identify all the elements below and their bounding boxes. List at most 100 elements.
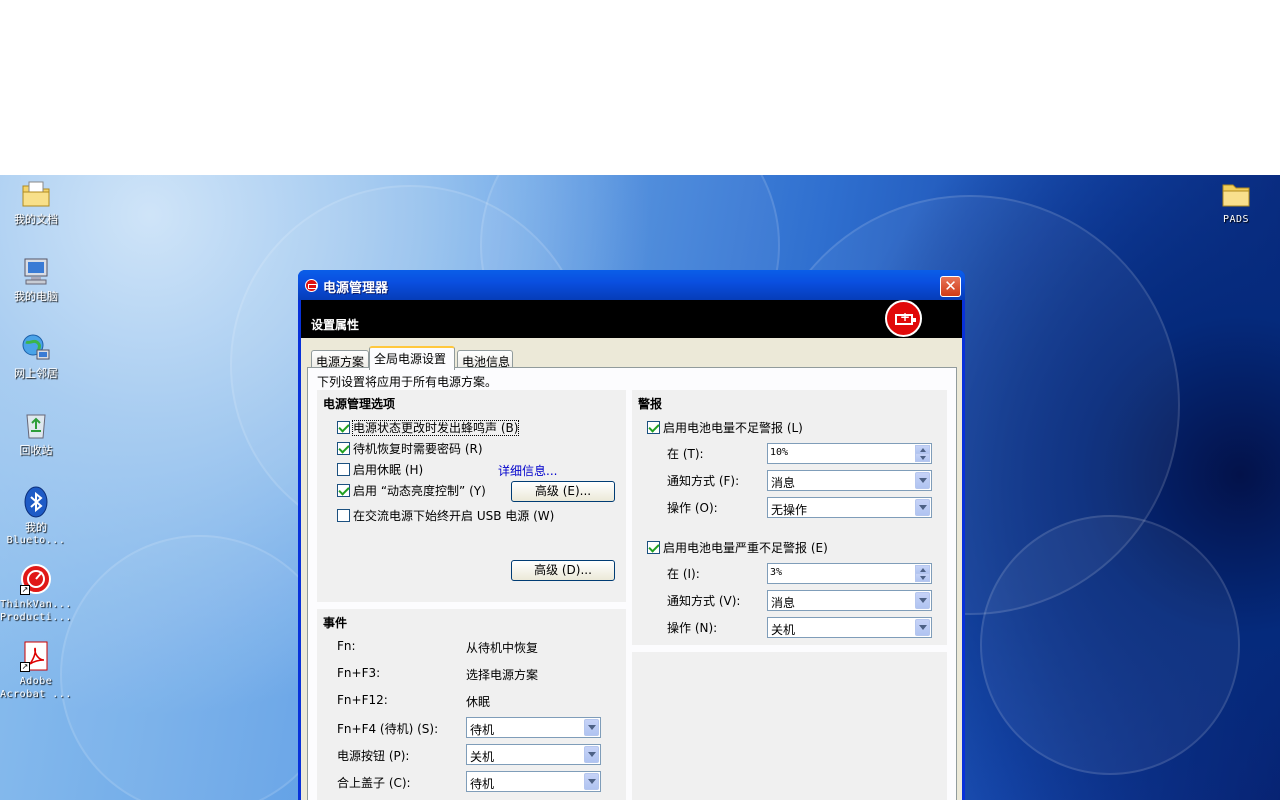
select-value: 无操作 — [771, 503, 808, 517]
alarms-title: 警报 — [638, 397, 663, 411]
power-options-title: 电源管理选项 — [323, 397, 396, 411]
low-action-label: 操作 (O): — [667, 501, 718, 515]
chevron-down-icon[interactable] — [915, 619, 930, 636]
power-options-group: 电源管理选项 电源状态更改时发出蜂鸣声 (B) 待机恢复时需要密码 (R) 启用… — [317, 390, 626, 602]
battery-charge-icon: + — [885, 300, 922, 337]
low-notify-label: 通知方式 (F): — [667, 474, 740, 488]
checkbox-box[interactable] — [647, 421, 660, 434]
usb-power-on-ac-checkbox[interactable]: 在交流电源下始终开启 USB 电源 (W) — [337, 507, 554, 524]
critical-action-label: 操作 (N): — [667, 621, 718, 635]
critical-at-label: 在 (I): — [667, 567, 700, 581]
desktop-icon-my-computer[interactable]: 我的电脑 — [0, 255, 72, 303]
desktop-icon-recycle-bin[interactable]: 回收站 — [0, 409, 72, 457]
critical-notify-label: 通知方式 (V): — [667, 594, 741, 608]
checkbox-label: 启用 “动态亮度控制” (Y) — [353, 484, 486, 498]
desktop-icon-bluetooth[interactable]: 我的 Blueto... — [0, 486, 72, 547]
desktop-icon-label: 我的 — [25, 521, 47, 534]
global-settings-panel: 下列设置将应用于所有电源方案。 电源管理选项 电源状态更改时发出蜂鸣声 (B) … — [307, 367, 957, 800]
close-lid-action-select[interactable]: 待机 — [466, 771, 601, 792]
checkbox-label: 在交流电源下始终开启 USB 电源 (W) — [353, 509, 555, 523]
window-titlebar[interactable]: 电源管理器 ✕ — [298, 270, 965, 300]
checkbox-box[interactable] — [337, 463, 350, 476]
fn-f4-label: Fn+F4 (待机) (S): — [337, 722, 439, 736]
empty-info-area — [632, 652, 947, 800]
low-notify-select[interactable]: 消息 — [767, 470, 932, 491]
banner-title: 设置属性 — [311, 318, 360, 332]
desktop-icon-label: 网上邻居 — [14, 367, 58, 380]
chevron-down-icon[interactable] — [584, 746, 599, 763]
fn-f4-action-select[interactable]: 待机 — [466, 717, 601, 738]
critical-notify-select[interactable]: 消息 — [767, 590, 932, 611]
chevron-down-icon[interactable] — [915, 592, 930, 609]
low-at-label: 在 (T): — [667, 447, 704, 461]
desktop-icon-network-places[interactable]: 网上邻居 — [0, 332, 72, 380]
low-battery-level-spinner[interactable]: 10% — [767, 443, 932, 464]
events-group: 事件 Fn: 从待机中恢复 Fn+F3: 选择电源方案 Fn+F12: 休眠 F… — [317, 609, 626, 800]
power-manager-app-icon — [305, 279, 318, 292]
desktop-icon-adobe-acrobat[interactable]: ↗ Adobe Acrobat ... — [0, 640, 72, 701]
checkbox-label: 启用电池电量严重不足警报 (E) — [663, 541, 828, 555]
details-link[interactable]: 详细信息... — [498, 462, 557, 479]
checkbox-box[interactable] — [337, 484, 350, 497]
dynamic-brightness-checkbox[interactable]: 启用 “动态亮度控制” (Y) — [337, 482, 486, 499]
settings-banner: 设置属性 + — [301, 300, 962, 338]
desktop-icon-label: Adobe — [19, 676, 53, 687]
checkbox-box[interactable] — [337, 442, 350, 455]
checkbox-label: 待机恢复时需要密码 (R) — [353, 442, 483, 456]
alarms-group: 警报 启用电池电量不足警报 (L) 在 (T): 10% 通知方式 (F): 消… — [632, 390, 947, 645]
spinner-down-icon[interactable] — [915, 453, 930, 462]
shortcut-arrow-icon: ↗ — [20, 662, 30, 672]
window-title: 电源管理器 — [323, 281, 389, 296]
desktop-icon-label: 我的电脑 — [14, 290, 58, 303]
chevron-down-icon[interactable] — [915, 472, 930, 489]
checkbox-label: 电源状态更改时发出蜂鸣声 (B) — [351, 420, 520, 436]
select-value: 待机 — [470, 723, 495, 737]
adobe-acrobat-icon: ↗ — [20, 640, 52, 672]
desktop-icon-label: 回收站 — [19, 444, 53, 457]
intro-text: 下列设置将应用于所有电源方案。 — [317, 375, 498, 389]
event-key-fn: Fn: — [337, 639, 356, 653]
event-key-fn-f12: Fn+F12: — [337, 693, 388, 707]
desktop-icon-label: PADS — [1222, 214, 1250, 225]
critical-battery-level-spinner[interactable]: 3% — [767, 563, 932, 584]
power-button-action-select[interactable]: 关机 — [466, 744, 601, 765]
shortcut-arrow-icon: ↗ — [20, 585, 30, 595]
event-key-fn-f3: Fn+F3: — [337, 666, 381, 680]
chevron-down-icon[interactable] — [584, 773, 599, 790]
critical-battery-alarm-checkbox[interactable]: 启用电池电量严重不足警报 (E) — [647, 539, 828, 556]
tab-global-power-settings[interactable]: 全局电源设置 — [369, 346, 455, 370]
enable-hibernate-checkbox[interactable]: 启用休眠 (H) — [337, 461, 423, 478]
chevron-down-icon[interactable] — [584, 719, 599, 736]
checkbox-label: 启用电池电量不足警报 (L) — [663, 421, 803, 435]
spinner-value: 3% — [770, 567, 783, 578]
desktop-icon-label: Acrobat ... — [0, 689, 72, 700]
events-title: 事件 — [323, 616, 348, 630]
low-battery-alarm-checkbox[interactable]: 启用电池电量不足警报 (L) — [647, 419, 803, 436]
power-manager-window: 电源管理器 ✕ 设置属性 + 电源方案 全局电源设置 电池信息 下列设置将应用于… — [298, 270, 965, 800]
checkbox-box[interactable] — [337, 421, 350, 434]
desktop-icon-pads[interactable]: PADS — [1200, 178, 1272, 226]
network-places-icon — [20, 332, 52, 364]
beep-on-state-change-checkbox[interactable]: 电源状态更改时发出蜂鸣声 (B) — [337, 419, 520, 436]
window-client: 设置属性 + 电源方案 全局电源设置 电池信息 下列设置将应用于所有电源方案。 … — [301, 300, 962, 800]
desktop-icon-my-documents[interactable]: 我的文档 — [0, 178, 72, 226]
checkbox-box[interactable] — [337, 509, 350, 522]
critical-action-select[interactable]: 关机 — [767, 617, 932, 638]
advanced-d-button[interactable]: 高级 (D)... — [511, 560, 615, 581]
select-value: 关机 — [771, 623, 796, 637]
close-button[interactable]: ✕ — [940, 276, 961, 297]
recycle-bin-icon — [20, 409, 52, 441]
spinner-down-icon[interactable] — [915, 573, 930, 582]
desktop-icon-label: Blueto... — [6, 535, 66, 546]
checkbox-box[interactable] — [647, 541, 660, 554]
select-value: 消息 — [771, 476, 796, 490]
low-action-select[interactable]: 无操作 — [767, 497, 932, 518]
desktop-icon-label: 我的文档 — [14, 213, 58, 226]
desktop-icon-thinkvantage[interactable]: ↗ ThinkVan... Producti... — [0, 563, 72, 624]
chevron-down-icon[interactable] — [915, 499, 930, 516]
password-on-resume-checkbox[interactable]: 待机恢复时需要密码 (R) — [337, 440, 483, 457]
advanced-e-button[interactable]: 高级 (E)... — [511, 481, 615, 502]
plus-icon: + — [900, 310, 911, 324]
close-lid-label: 合上盖子 (C): — [337, 776, 411, 790]
my-documents-icon — [20, 178, 52, 210]
